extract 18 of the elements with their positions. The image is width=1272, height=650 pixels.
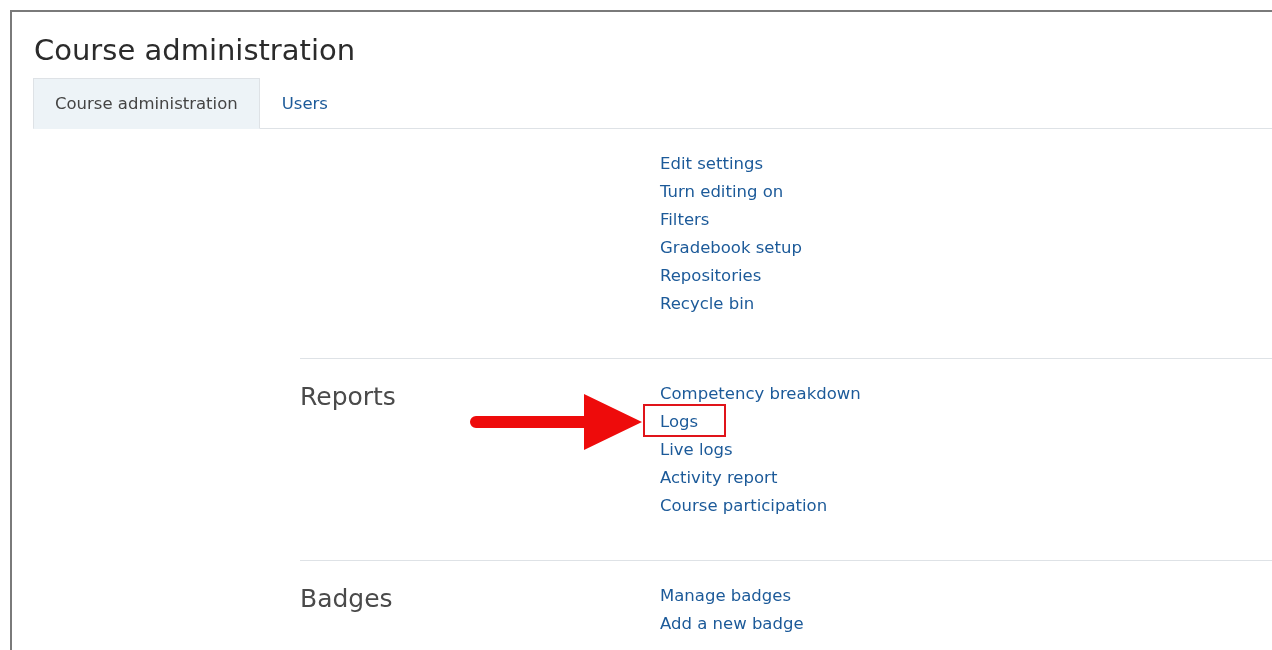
menu-link[interactable]: Add a new badge (660, 613, 804, 633)
menu-link[interactable]: Recycle bin (660, 293, 755, 313)
tab[interactable]: Users (259, 78, 350, 129)
menu-link[interactable]: Live logs (660, 439, 733, 459)
tab[interactable]: Course administration (33, 78, 260, 129)
section-heading: Reports (300, 381, 397, 413)
menu-link[interactable]: Logs (660, 411, 699, 431)
menu-link[interactable]: Competency breakdown (660, 383, 861, 403)
menu-link[interactable]: Gradebook setup (660, 237, 802, 257)
menu-link[interactable]: Manage badges (660, 585, 792, 605)
menu-link[interactable]: Edit settings (660, 153, 763, 173)
menu-link[interactable]: Turn editing on (660, 181, 784, 201)
menu-link[interactable]: Course participation (660, 495, 828, 515)
menu-link[interactable]: Filters (660, 209, 710, 229)
page-title: Course administration (34, 32, 357, 69)
section-heading: Badges (300, 583, 394, 615)
menu-link[interactable]: Repositories (660, 265, 762, 285)
menu-link[interactable]: Activity report (660, 467, 778, 487)
